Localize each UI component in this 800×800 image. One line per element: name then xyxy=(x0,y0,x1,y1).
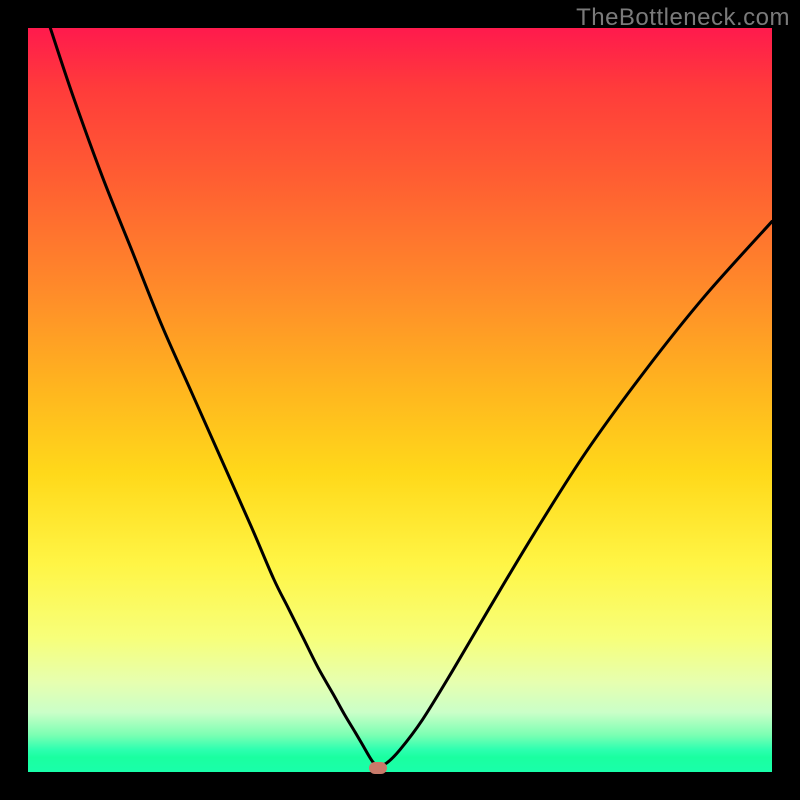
plot-area xyxy=(28,28,772,772)
watermark-text: TheBottleneck.com xyxy=(576,4,790,32)
bottleneck-curve xyxy=(28,28,772,772)
chart-frame: TheBottleneck.com xyxy=(0,0,800,800)
curve-min-marker xyxy=(369,762,387,774)
